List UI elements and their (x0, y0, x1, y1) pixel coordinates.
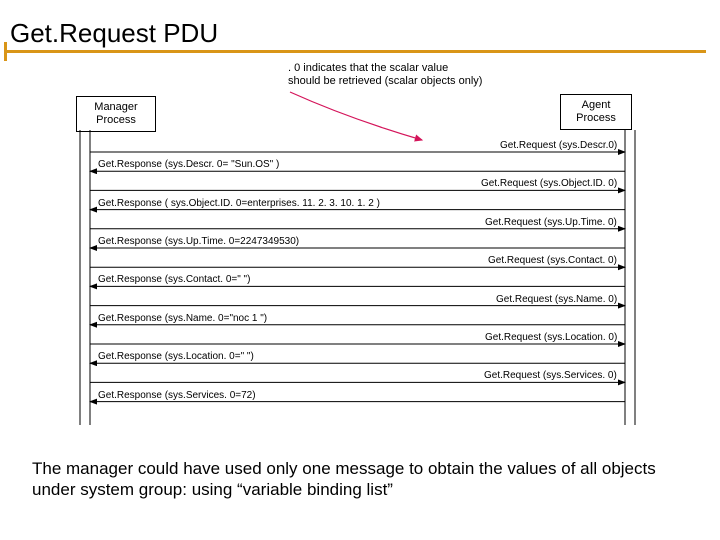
scalar-annotation: . 0 indicates that the scalar value shou… (288, 62, 482, 88)
manager-label-2: Process (87, 114, 145, 127)
page-title: Get.Request PDU (6, 18, 222, 49)
manager-process-box: Manager Process (76, 96, 156, 132)
response-label: Get.Response (sys.Services. 0=72) (98, 390, 256, 401)
response-label: Get.Response (sys.Name. 0="noc 1 ") (98, 313, 267, 324)
request-label: Get.Request (sys.Contact. 0) (488, 255, 617, 266)
agent-label-1: Agent (571, 99, 621, 112)
response-label: Get.Response (sys.Descr. 0= "Sun.OS" ) (98, 159, 279, 170)
response-label: Get.Response (sys.Contact. 0=" ") (98, 274, 250, 285)
manager-label-1: Manager (87, 101, 145, 114)
request-label: Get.Request (sys.Location. 0) (485, 332, 617, 343)
agent-process-box: Agent Process (560, 94, 632, 130)
response-label: Get.Response ( sys.Object.ID. 0=enterpri… (98, 198, 380, 209)
annotation-line1: . 0 indicates that the scalar value (288, 62, 482, 75)
response-label: Get.Response (sys.Up.Time. 0=2247349530) (98, 236, 299, 247)
annotation-line2: should be retrieved (scalar objects only… (288, 75, 482, 88)
request-label: Get.Request (sys.Name. 0) (496, 294, 617, 305)
title-underline (6, 50, 706, 53)
request-label: Get.Request (sys.Descr.0) (500, 140, 617, 151)
request-label: Get.Request (sys.Object.ID. 0) (481, 178, 617, 189)
sequence-diagram: Get.Request (sys.Descr.0) Get.Response (s… (70, 130, 650, 430)
footer-note: The manager could have used only one mes… (32, 458, 672, 501)
agent-label-2: Process (571, 112, 621, 125)
request-label: Get.Request (sys.Services. 0) (484, 370, 617, 381)
title-bar: Get.Request PDU (6, 18, 222, 48)
request-label: Get.Request (sys.Up.Time. 0) (485, 217, 617, 228)
response-label: Get.Response (sys.Location. 0=" ") (98, 351, 254, 362)
